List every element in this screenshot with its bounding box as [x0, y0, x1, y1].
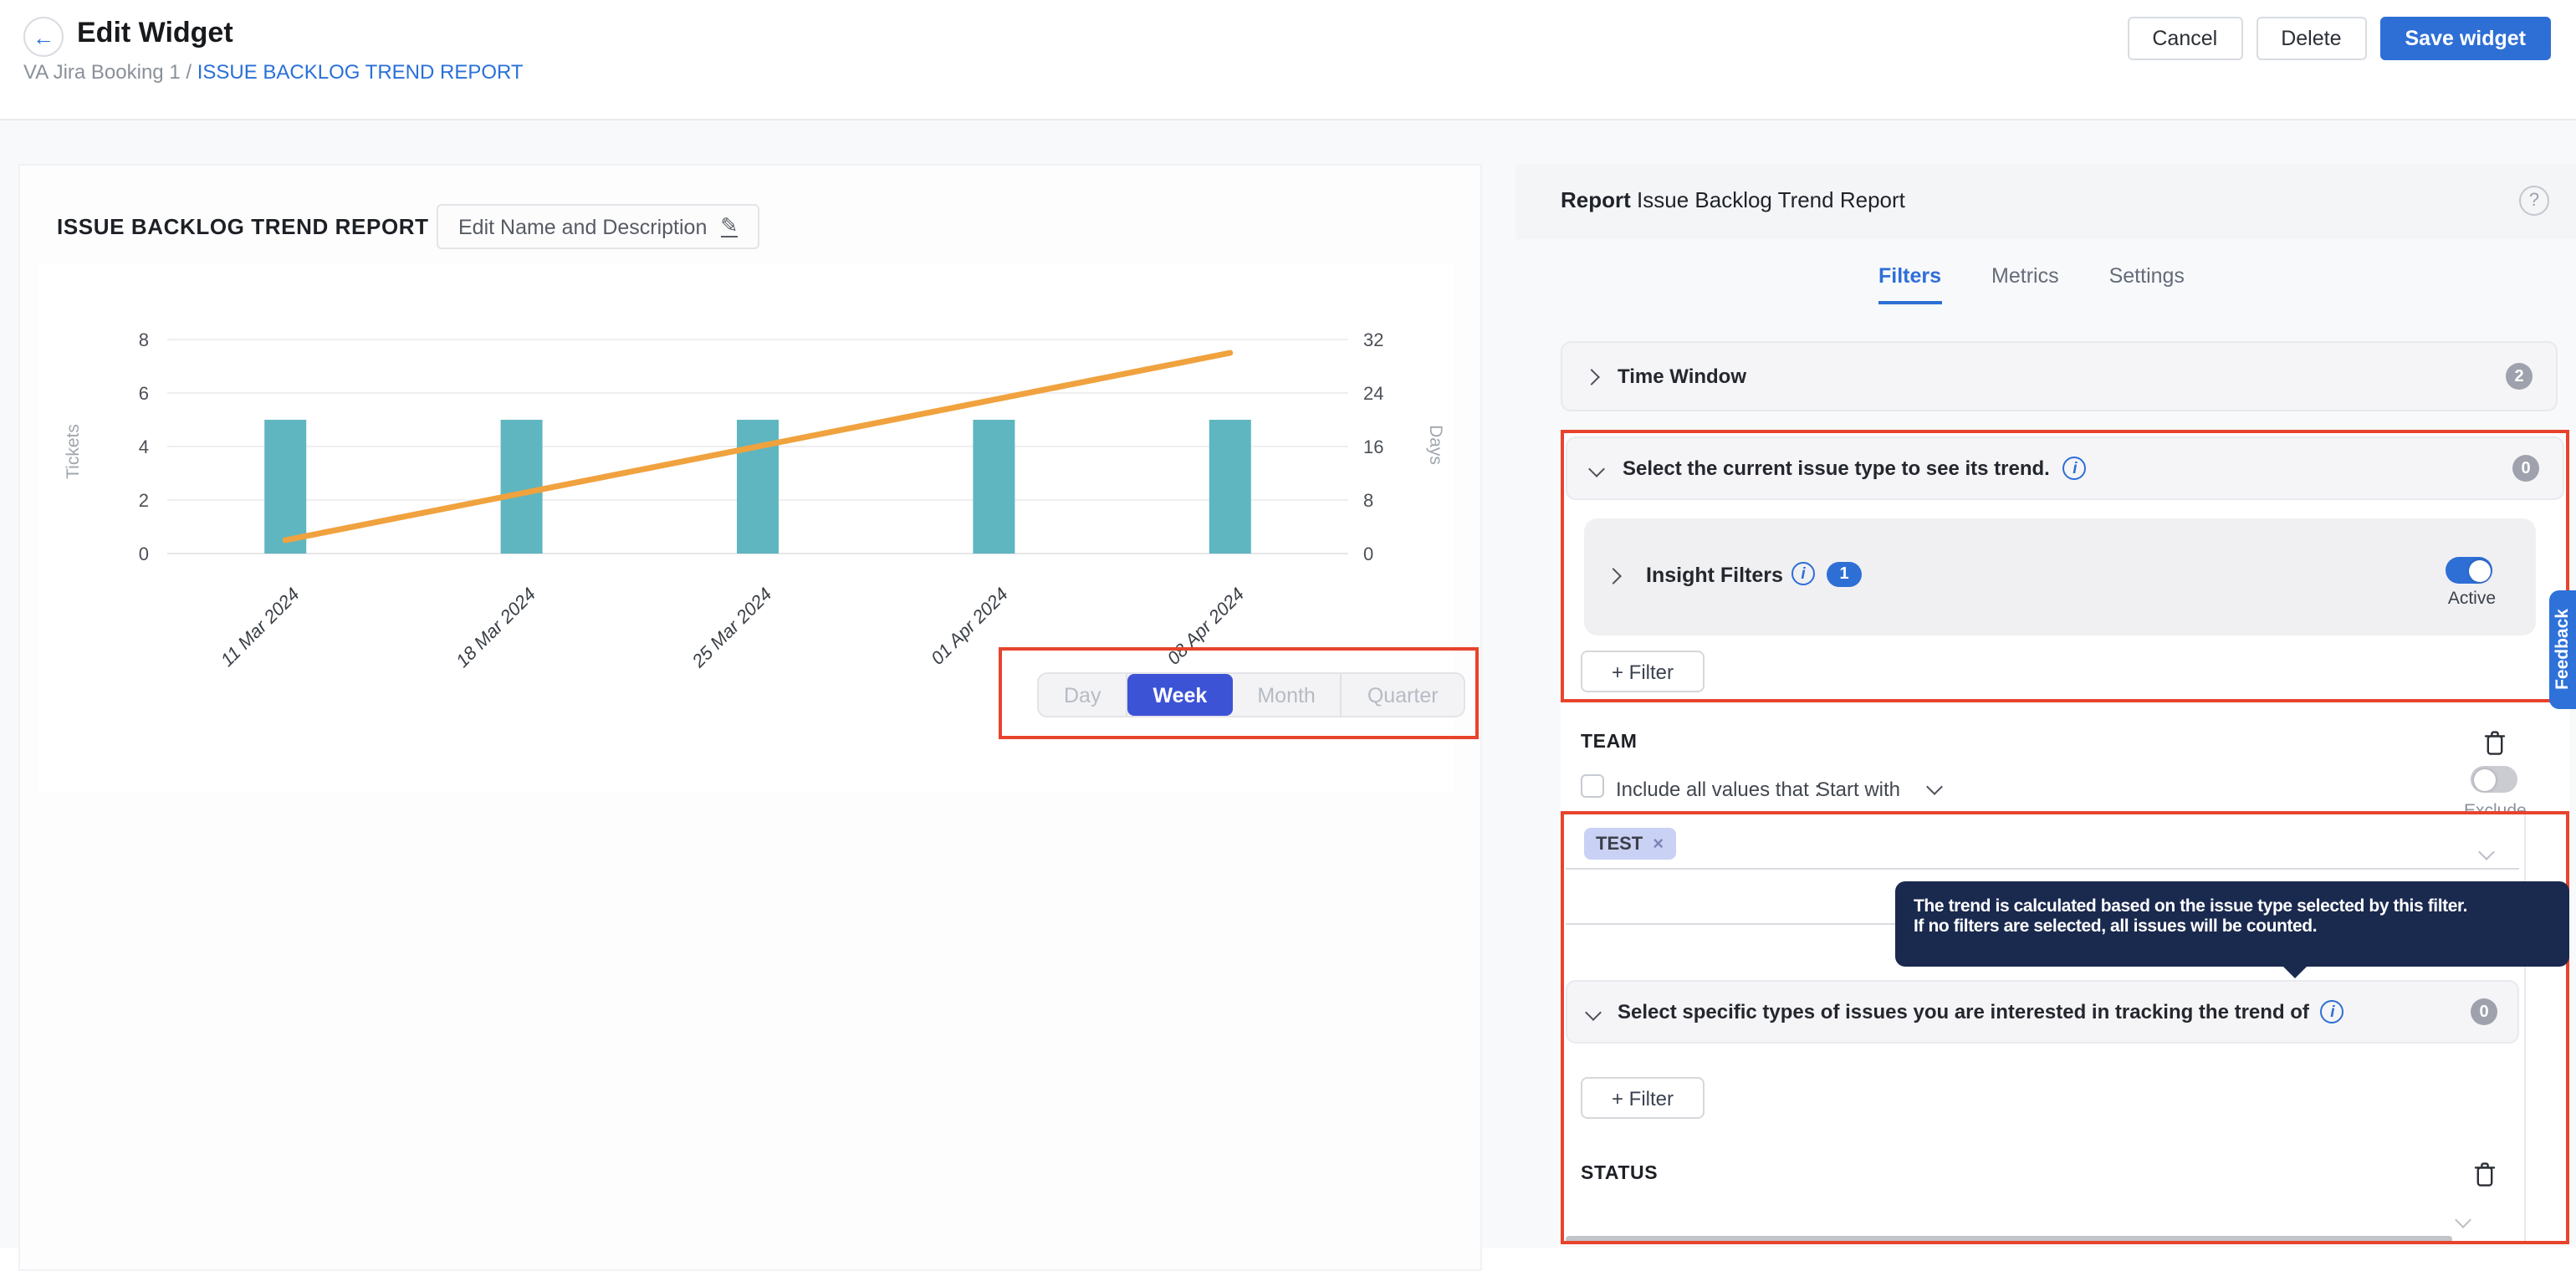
team-value-tag[interactable]: TEST × — [1584, 828, 1675, 860]
right-axis-tick: 24 — [1363, 383, 1383, 404]
delete-status-filter-icon[interactable] — [2472, 1161, 2497, 1189]
exclude-toggle[interactable] — [2471, 766, 2517, 793]
breadcrumb-current-link[interactable]: ISSUE BACKLOG TREND REPORT — [197, 60, 524, 84]
info-icon[interactable]: i — [2063, 457, 2087, 480]
category-label: 18 Mar 2024 — [452, 584, 539, 671]
section-issue-type[interactable]: Select the current issue type to see its… — [1566, 436, 2564, 500]
section-time-window[interactable]: Time Window 2 — [1561, 341, 2558, 411]
chevron-down-icon — [1585, 1003, 1602, 1020]
help-icon[interactable]: ? — [2519, 186, 2549, 216]
edit-widget-page: ← Edit Widget VA Jira Booking 1 / ISSUE … — [0, 0, 2576, 1248]
remove-tag-icon[interactable]: × — [1653, 834, 1664, 854]
tag-label: TEST — [1596, 834, 1643, 854]
add-filter-button-2[interactable]: + Filter — [1581, 1077, 1705, 1119]
section-specific-types[interactable]: Select specific types of issues you are … — [1566, 980, 2519, 1044]
save-widget-button[interactable]: Save widget — [2380, 17, 2552, 60]
right-axis-tick: 8 — [1363, 490, 1373, 511]
right-axis-tick: 16 — [1363, 436, 1383, 457]
period-option-quarter[interactable]: Quarter — [1342, 674, 1464, 716]
bar-18 Mar 2024 — [501, 420, 543, 554]
info-icon[interactable]: i — [1791, 562, 1815, 585]
specific-types-label: Select specific types of issues you are … — [1618, 1000, 2309, 1023]
right-axis-title: Days — [1426, 425, 1445, 465]
tab-metrics[interactable]: Metrics — [1991, 264, 2059, 304]
add-filter-button[interactable]: + Filter — [1581, 651, 1705, 692]
chevron-down-icon — [1588, 460, 1605, 477]
horizontal-scrollbar[interactable] — [1566, 1236, 2452, 1243]
left-axis-title: Tickets — [64, 424, 83, 479]
insight-toggle-state-label: Active — [2448, 589, 2496, 609]
info-icon[interactable]: i — [2321, 1000, 2344, 1023]
team-field-label: TEAM — [1581, 732, 1638, 753]
time-window-badge: 2 — [2506, 363, 2533, 390]
chevron-right-icon — [1583, 368, 1600, 385]
left-axis-tick: 4 — [139, 436, 149, 457]
insight-filters-count-badge: 1 — [1827, 562, 1862, 587]
left-axis-tick: 2 — [139, 490, 149, 511]
period-option-month[interactable]: Month — [1232, 674, 1342, 716]
tooltip-line-2: If no filters are selected, all issues w… — [1914, 916, 2551, 937]
category-label: 25 Mar 2024 — [687, 584, 776, 672]
delete-button[interactable]: Delete — [2256, 17, 2366, 60]
left-axis-tick: 6 — [139, 383, 149, 404]
period-option-week[interactable]: Week — [1127, 674, 1232, 716]
edit-name-description-button[interactable]: Edit Name and Description ✎ — [437, 204, 759, 249]
tooltip-arrow — [2282, 965, 2308, 978]
status-field-label: STATUS — [1581, 1164, 1658, 1184]
category-label: 08 Apr 2024 — [1163, 584, 1248, 669]
bar-08 Apr 2024 — [1209, 420, 1251, 554]
operator-dropdown[interactable]: Start with — [1817, 778, 1941, 801]
team-input-underline — [1566, 868, 2519, 870]
delete-team-filter-icon[interactable] — [2482, 729, 2507, 758]
bar-11 Mar 2024 — [264, 420, 306, 554]
panel-title-prefix: Report — [1561, 187, 1631, 212]
bar-01 Apr 2024 — [973, 420, 1015, 554]
pencil-icon: ✎ — [720, 217, 738, 237]
feedback-tab[interactable]: Feedback — [2549, 590, 2576, 709]
include-all-checkbox[interactable] — [1581, 774, 1604, 798]
panel-title-text: Issue Backlog Trend Report — [1637, 187, 1905, 212]
breadcrumb-parent: VA Jira Booking 1 / — [23, 60, 197, 84]
time-window-label: Time Window — [1618, 365, 1746, 388]
include-all-label: Include all values that : — [1616, 778, 1820, 801]
panel-title: Report Issue Backlog Trend Report — [1561, 187, 1905, 212]
back-button[interactable]: ← — [23, 17, 64, 57]
edit-name-label: Edit Name and Description — [458, 215, 707, 238]
right-axis-tick: 32 — [1363, 329, 1383, 350]
specific-types-badge: 0 — [2471, 998, 2497, 1025]
cancel-button[interactable]: Cancel — [2127, 17, 2242, 60]
filter-tooltip: The trend is calculated based on the iss… — [1895, 881, 2569, 967]
back-arrow-icon: ← — [33, 24, 54, 49]
issue-type-label: Select the current issue type to see its… — [1623, 457, 2050, 480]
insight-filters-label: Insight Filters — [1646, 564, 1783, 587]
tab-filters[interactable]: Filters — [1878, 264, 1941, 304]
breadcrumb: VA Jira Booking 1 / ISSUE BACKLOG TREND … — [23, 60, 524, 84]
header-actions: Cancel Delete Save widget — [2127, 17, 2551, 60]
period-option-day[interactable]: Day — [1039, 674, 1127, 716]
page-title: Edit Widget — [77, 17, 233, 50]
right-axis-tick: 0 — [1363, 544, 1373, 564]
panel-tabs: Filters Metrics Settings — [1878, 264, 2185, 304]
left-axis-tick: 0 — [139, 544, 149, 564]
insight-filters-toggle[interactable] — [2446, 557, 2492, 584]
category-label: 11 Mar 2024 — [217, 584, 304, 671]
widget-title: ISSUE BACKLOG TREND REPORT — [57, 214, 429, 239]
chevron-right-icon — [1605, 568, 1622, 584]
issue-type-badge: 0 — [2512, 455, 2539, 482]
chevron-down-icon — [1927, 778, 1944, 795]
period-toggle: DayWeekMonthQuarter — [1037, 672, 1465, 717]
tab-settings[interactable]: Settings — [2109, 264, 2185, 304]
category-label: 01 Apr 2024 — [927, 584, 1012, 669]
bar-25 Mar 2024 — [737, 420, 779, 554]
left-axis-tick: 8 — [139, 329, 149, 350]
tooltip-line-1: The trend is calculated based on the iss… — [1914, 896, 2551, 916]
insight-filters-card[interactable]: Insight Filters i 1 Active — [1584, 518, 2536, 636]
